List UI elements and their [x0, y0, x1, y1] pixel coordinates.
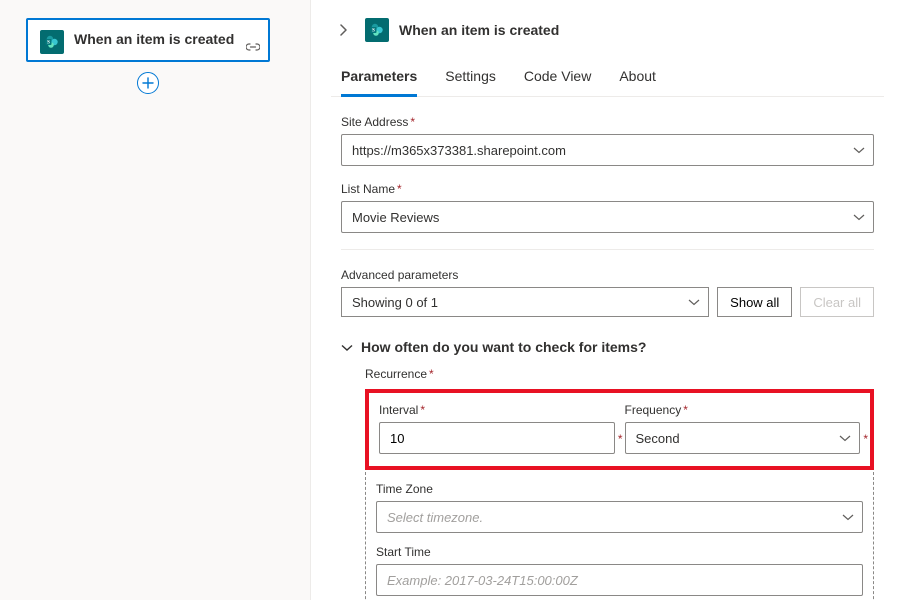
advanced-select-value: Showing 0 of 1 [352, 295, 438, 310]
site-address-label: Site Address* [341, 115, 874, 129]
chevron-down-icon [853, 143, 865, 158]
tab-parameters[interactable]: Parameters [341, 62, 417, 97]
collapse-button[interactable] [331, 18, 355, 42]
trigger-card[interactable]: S When an item is created [26, 18, 270, 62]
sharepoint-icon: S [365, 18, 389, 42]
chevron-down-icon [341, 340, 353, 355]
sharepoint-icon: S [40, 30, 64, 54]
site-address-value: https://m365x373381.sharepoint.com [352, 143, 566, 158]
details-pane: S When an item is created Parameters Set… [310, 0, 910, 600]
list-name-label: List Name* [341, 182, 874, 196]
site-address-select[interactable]: https://m365x373381.sharepoint.com [341, 134, 874, 166]
frequency-label: Frequency* [625, 403, 861, 417]
chevron-down-icon [842, 510, 854, 525]
svg-text:S: S [372, 29, 375, 34]
tab-codeview[interactable]: Code View [524, 62, 591, 96]
clear-all-button: Clear all [800, 287, 874, 317]
divider [341, 249, 874, 250]
start-time-input[interactable] [376, 564, 863, 596]
recurrence-label: Recurrence* [365, 367, 874, 381]
frequency-value: Second [636, 431, 680, 446]
panel-title: When an item is created [399, 22, 559, 38]
tabs: Parameters Settings Code View About [331, 62, 884, 97]
interval-input[interactable] [379, 422, 615, 454]
timezone-placeholder: Select timezone. [387, 510, 483, 525]
frequency-select[interactable]: Second [625, 422, 861, 454]
recurrence-section-title: How often do you want to check for items… [361, 339, 646, 355]
timezone-select[interactable]: Select timezone. [376, 501, 863, 533]
highlight-interval-frequency: Interval* * Frequency* Second * [365, 389, 874, 470]
recurrence-section-toggle[interactable]: How often do you want to check for items… [331, 339, 884, 355]
tab-settings[interactable]: Settings [445, 62, 496, 96]
list-name-select[interactable]: Movie Reviews [341, 201, 874, 233]
list-name-value: Movie Reviews [352, 210, 439, 225]
advanced-parameters-label: Advanced parameters [341, 268, 874, 282]
tab-about[interactable]: About [619, 62, 656, 96]
advanced-parameters-select[interactable]: Showing 0 of 1 [341, 287, 709, 317]
timezone-label: Time Zone [376, 482, 863, 496]
interval-label: Interval* [379, 403, 615, 417]
chevron-down-icon [839, 431, 851, 446]
show-all-button[interactable]: Show all [717, 287, 792, 317]
chevron-down-icon [688, 295, 700, 310]
canvas-pane: S When an item is created [0, 0, 310, 600]
link-icon [246, 41, 260, 56]
trigger-card-title: When an item is created [74, 30, 234, 48]
add-step-button[interactable] [137, 72, 159, 94]
chevron-down-icon [853, 210, 865, 225]
start-time-label: Start Time [376, 545, 863, 559]
svg-text:S: S [47, 41, 50, 46]
recurrence-extra-fields: Time Zone Select timezone. Start Time [365, 472, 874, 600]
